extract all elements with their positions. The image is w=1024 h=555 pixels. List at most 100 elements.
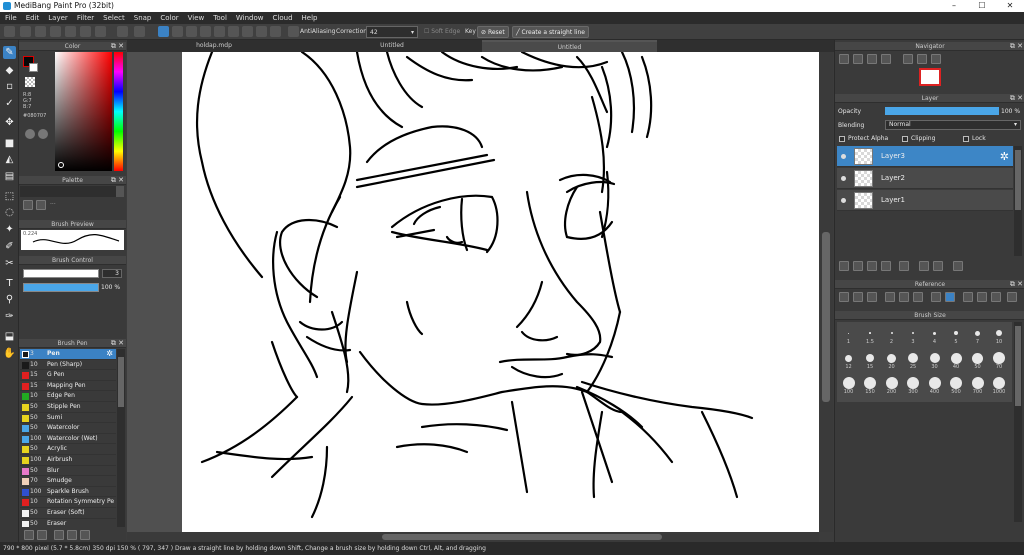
new-halftone-layer-icon[interactable] bbox=[853, 261, 863, 271]
straight-line-button[interactable]: ╱ Create a straight line bbox=[512, 26, 589, 38]
brush-item[interactable]: 50 Acrylic bbox=[20, 444, 116, 455]
rotate-right-icon[interactable] bbox=[931, 54, 941, 64]
move-tool-icon[interactable]: ✥ bbox=[3, 116, 16, 129]
horizontal-scroll-thumb[interactable] bbox=[382, 534, 662, 540]
snap-settings-icon[interactable] bbox=[270, 26, 281, 37]
brush-item[interactable]: 50 Blur bbox=[20, 466, 116, 477]
palette-scrollbar[interactable] bbox=[116, 186, 124, 197]
menu-file[interactable]: File bbox=[5, 14, 17, 22]
new-8bit-layer-icon[interactable] bbox=[867, 261, 877, 271]
close-ref-icon[interactable] bbox=[867, 292, 877, 302]
ref-hand-icon[interactable] bbox=[945, 292, 955, 302]
close-button[interactable]: ✕ bbox=[996, 0, 1024, 12]
gradient-tool-icon[interactable]: ▤ bbox=[3, 170, 16, 183]
brush-size-option[interactable]: 30 bbox=[924, 349, 945, 371]
soft-edge-checkbox[interactable]: ☐ Soft Edge bbox=[424, 28, 460, 35]
brush-size-option[interactable]: 5 bbox=[946, 324, 967, 346]
color-wheel-icon[interactable] bbox=[25, 129, 35, 139]
brush-folder-icon[interactable] bbox=[54, 530, 64, 540]
magic-wand-icon[interactable]: ✦ bbox=[3, 223, 16, 236]
brush-item[interactable]: 3 Pen ✲ bbox=[20, 349, 116, 360]
layer-row-layer2[interactable]: Layer2 bbox=[837, 168, 1013, 189]
ref-zoom-in-icon[interactable] bbox=[885, 292, 895, 302]
color-mode-icon[interactable] bbox=[38, 129, 48, 139]
canvas-area[interactable] bbox=[127, 52, 819, 532]
speech-icon[interactable] bbox=[35, 26, 46, 37]
brush-size-option[interactable]: 40 bbox=[946, 349, 967, 371]
brush-item[interactable]: 100 Sparkle Brush bbox=[20, 487, 116, 498]
panel-close-icon[interactable]: ⧉ ✕ bbox=[1010, 42, 1023, 51]
bucket-tool-icon[interactable]: ◭ bbox=[3, 153, 16, 166]
text-tool-icon[interactable]: T bbox=[3, 277, 16, 290]
ref-eyedropper-icon[interactable] bbox=[931, 292, 941, 302]
gear-icon[interactable]: ✲ bbox=[1000, 150, 1009, 163]
parallel-snap-icon[interactable] bbox=[172, 26, 183, 37]
hue-slider[interactable] bbox=[114, 52, 123, 171]
menu-snap[interactable]: Snap bbox=[134, 14, 152, 22]
zoom-out-icon[interactable] bbox=[853, 54, 863, 64]
menu-color[interactable]: Color bbox=[160, 14, 178, 22]
brush-item[interactable]: 100 Watercolor (Wet) bbox=[20, 434, 116, 445]
concentric-snap-icon[interactable] bbox=[228, 26, 239, 37]
brush-item[interactable]: 10 Edge Pen bbox=[20, 391, 116, 402]
blending-select[interactable]: Normal ▾ bbox=[885, 120, 1021, 130]
tab-untitled-1[interactable]: Untitled bbox=[317, 40, 467, 52]
clipping-checkbox[interactable]: Clipping bbox=[902, 135, 935, 142]
background-color-swatch[interactable] bbox=[29, 63, 38, 72]
brush-duplicate-icon[interactable] bbox=[67, 530, 77, 540]
dot-tool-icon[interactable]: ▫ bbox=[3, 80, 16, 93]
palette-swatches[interactable] bbox=[20, 186, 116, 197]
add-color-icon[interactable] bbox=[23, 200, 33, 210]
brush-opacity-slider[interactable] bbox=[23, 283, 99, 292]
delete-layer-icon[interactable] bbox=[953, 261, 963, 271]
eraser-tool-icon[interactable]: ◆ bbox=[3, 64, 16, 77]
brush-size-option[interactable]: 500 bbox=[946, 374, 967, 396]
merge-down-icon[interactable] bbox=[933, 261, 943, 271]
maximize-button[interactable]: ☐ bbox=[968, 0, 996, 12]
brush-size-option[interactable]: 700 bbox=[967, 374, 988, 396]
brush-item[interactable]: 15 Mapping Pen bbox=[20, 381, 116, 392]
ref-flip-icon[interactable] bbox=[977, 292, 987, 302]
brush-size-option[interactable]: 25 bbox=[903, 349, 924, 371]
actual-size-icon[interactable] bbox=[881, 54, 891, 64]
minimize-button[interactable]: – bbox=[940, 0, 968, 12]
add-layer-menu-icon[interactable] bbox=[881, 261, 891, 271]
brush-size-option[interactable]: 3 bbox=[903, 324, 924, 346]
drawing-canvas[interactable] bbox=[182, 52, 819, 532]
menu-select[interactable]: Select bbox=[103, 14, 125, 22]
layer-list-scrollbar[interactable] bbox=[1014, 146, 1022, 256]
new-folder-icon[interactable] bbox=[899, 261, 909, 271]
add-brush-icon[interactable] bbox=[24, 530, 34, 540]
menu-help[interactable]: Help bbox=[302, 14, 318, 22]
cloud-ref-icon[interactable] bbox=[839, 292, 849, 302]
reset-button[interactable]: ⊘ Reset bbox=[477, 26, 509, 38]
brush-item[interactable]: 50 Eraser bbox=[20, 519, 116, 527]
correction-select[interactable]: 42 ▾ bbox=[366, 26, 418, 38]
save-icon[interactable] bbox=[65, 26, 76, 37]
snap-off-icon[interactable] bbox=[158, 26, 169, 37]
undo-icon[interactable] bbox=[117, 26, 128, 37]
perspective-snap-icon[interactable] bbox=[200, 26, 211, 37]
grid-snap-icon[interactable] bbox=[186, 26, 197, 37]
brush-delete-icon[interactable] bbox=[80, 530, 90, 540]
tab-holdap[interactable]: holdap.mdp bbox=[139, 40, 289, 52]
cloud-icon[interactable] bbox=[4, 26, 15, 37]
layer-opacity-slider[interactable] bbox=[885, 107, 999, 115]
antialiasing-label[interactable]: AntiAliasing bbox=[300, 28, 335, 35]
saturation-value-picker[interactable] bbox=[55, 52, 112, 171]
brush-size-option[interactable]: 1 bbox=[838, 324, 859, 346]
panel-close-icon[interactable]: ⧉ ✕ bbox=[111, 339, 124, 348]
new-layer-icon[interactable] bbox=[839, 261, 849, 271]
brush-size-option[interactable]: 20 bbox=[881, 349, 902, 371]
panel-close-icon[interactable]: ⧉ ✕ bbox=[1010, 94, 1023, 103]
brush-size-option[interactable]: 7 bbox=[967, 324, 988, 346]
brush-size-option[interactable]: 300 bbox=[903, 374, 924, 396]
layer-row-layer1[interactable]: Layer1 bbox=[837, 190, 1013, 211]
panel-close-icon[interactable]: ⧉ ✕ bbox=[1010, 280, 1023, 289]
color-picker-cursor[interactable] bbox=[58, 162, 64, 168]
visibility-icon[interactable] bbox=[841, 176, 846, 181]
zoom-in-icon[interactable] bbox=[839, 54, 849, 64]
circle-snap-icon[interactable] bbox=[256, 26, 267, 37]
brush-size-option[interactable]: 100 bbox=[838, 374, 859, 396]
radial-snap-icon[interactable] bbox=[242, 26, 253, 37]
